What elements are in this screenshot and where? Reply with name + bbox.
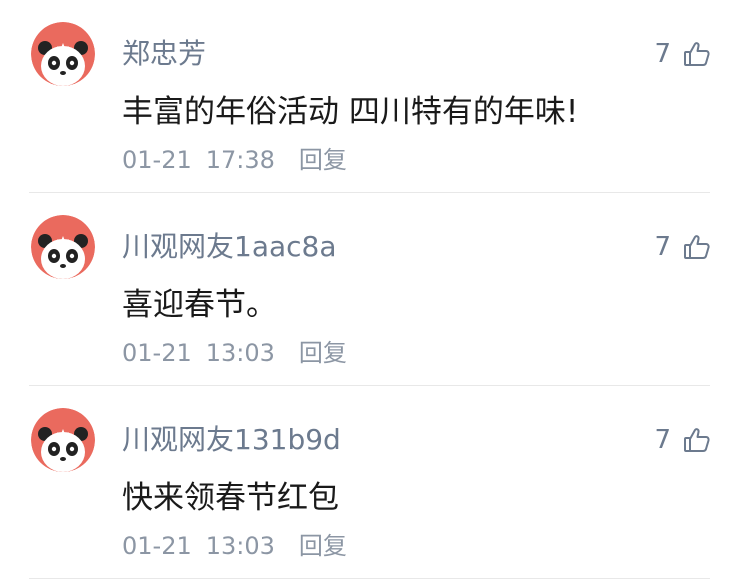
like-button[interactable]: 7 xyxy=(654,37,711,71)
comment-date: 01-21 xyxy=(122,339,192,367)
thumbs-up-icon[interactable] xyxy=(683,40,711,68)
username[interactable]: 郑忠芳 xyxy=(122,37,206,71)
username[interactable]: 川观网友1aac8a xyxy=(122,230,337,264)
comment-item: 川观网友1aac8a 7 喜迎春节。 01-21 13:03 回复 xyxy=(0,193,739,386)
comment-text: 丰富的年俗活动 四川特有的年味! xyxy=(122,94,579,130)
comment-text: 快来领春节红包 xyxy=(122,480,339,516)
like-button[interactable]: 7 xyxy=(654,230,711,264)
comment-meta: 01-21 13:03 回复 xyxy=(122,530,347,562)
comment-text: 喜迎春节。 xyxy=(122,287,277,323)
username[interactable]: 川观网友131b9d xyxy=(122,423,341,457)
panda-avatar-icon[interactable] xyxy=(31,22,95,86)
thumbs-up-icon[interactable] xyxy=(683,426,711,454)
like-count: 7 xyxy=(654,39,671,69)
comment-item: 郑忠芳 7 丰富的年俗活动 四川特有的年味! 01-21 17:38 回复 xyxy=(0,0,739,193)
comment-time: 13:03 xyxy=(205,532,275,560)
comment-meta: 01-21 17:38 回复 xyxy=(122,144,347,176)
reply-button[interactable]: 回复 xyxy=(299,339,347,367)
panda-avatar-icon[interactable] xyxy=(31,408,95,472)
comment-time: 17:38 xyxy=(205,146,275,174)
comment-meta: 01-21 13:03 回复 xyxy=(122,337,347,369)
like-count: 7 xyxy=(654,425,671,455)
thumbs-up-icon[interactable] xyxy=(683,233,711,261)
reply-button[interactable]: 回复 xyxy=(299,146,347,174)
reply-button[interactable]: 回复 xyxy=(299,532,347,560)
comment-list: 郑忠芳 7 丰富的年俗活动 四川特有的年味! 01-21 17:38 回复 川观… xyxy=(0,0,739,579)
comment-item: 川观网友131b9d 7 快来领春节红包 01-21 13:03 回复 xyxy=(0,386,739,579)
like-button[interactable]: 7 xyxy=(654,423,711,457)
like-count: 7 xyxy=(654,232,671,262)
divider xyxy=(29,578,710,579)
comment-time: 13:03 xyxy=(205,339,275,367)
comment-date: 01-21 xyxy=(122,532,192,560)
comment-date: 01-21 xyxy=(122,146,192,174)
panda-avatar-icon[interactable] xyxy=(31,215,95,279)
